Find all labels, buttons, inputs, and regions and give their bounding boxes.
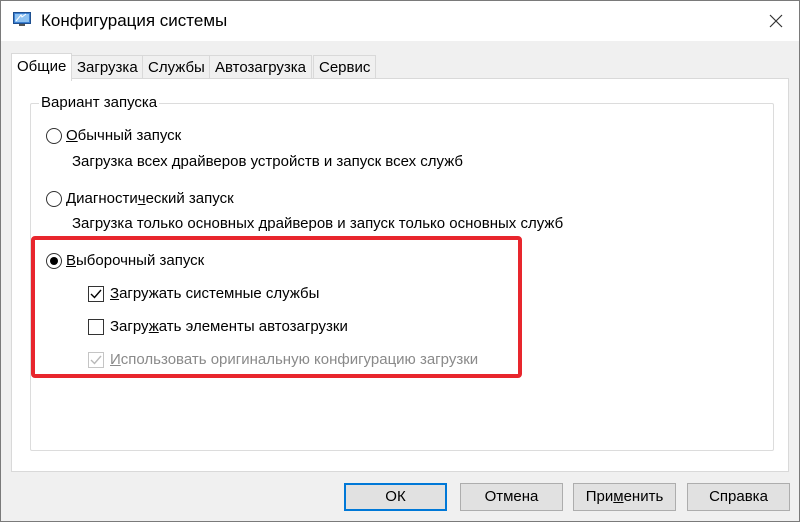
tab-label: Сервис: [319, 59, 371, 76]
highlight-frame: [31, 236, 522, 378]
tab-boot[interactable]: Загрузка: [71, 55, 144, 79]
radio-label: Обычный запуск: [66, 127, 182, 144]
ok-button[interactable]: ОК: [344, 483, 447, 511]
tab-startup[interactable]: Автозагрузка: [209, 55, 312, 79]
system-config-icon: [13, 12, 31, 26]
tab-general[interactable]: Общие: [11, 53, 73, 81]
radio-button[interactable]: [46, 190, 62, 207]
radio-normal-startup[interactable]: Обычный запуск: [46, 127, 181, 144]
radio-diagnostic-startup[interactable]: Диагностический запуск: [46, 190, 234, 207]
tab-tools[interactable]: Сервис: [313, 55, 377, 79]
tab-label: Автозагрузка: [215, 59, 306, 76]
normal-startup-description: Загрузка всех драйверов устройств и запу…: [72, 153, 464, 170]
close-icon: [769, 14, 783, 28]
window-title: Конфигурация системы: [41, 11, 228, 30]
tab-label: Службы: [148, 59, 205, 76]
cancel-button[interactable]: Отмена: [460, 483, 563, 511]
tab-label: Общие: [17, 58, 67, 75]
tab-services[interactable]: Службы: [142, 55, 211, 79]
group-label: Вариант запуска: [39, 94, 160, 111]
radio-label: Диагностический запуск: [66, 190, 234, 207]
help-button[interactable]: Справка: [687, 483, 790, 511]
diagnostic-startup-description: Загрузка только основных драйверов и зап…: [72, 215, 564, 232]
close-button[interactable]: [753, 1, 799, 41]
tab-label: Загрузка: [77, 59, 138, 76]
apply-button[interactable]: Применить: [573, 483, 676, 511]
title-bar[interactable]: Конфигурация системы: [1, 1, 799, 41]
radio-button[interactable]: [46, 127, 62, 144]
